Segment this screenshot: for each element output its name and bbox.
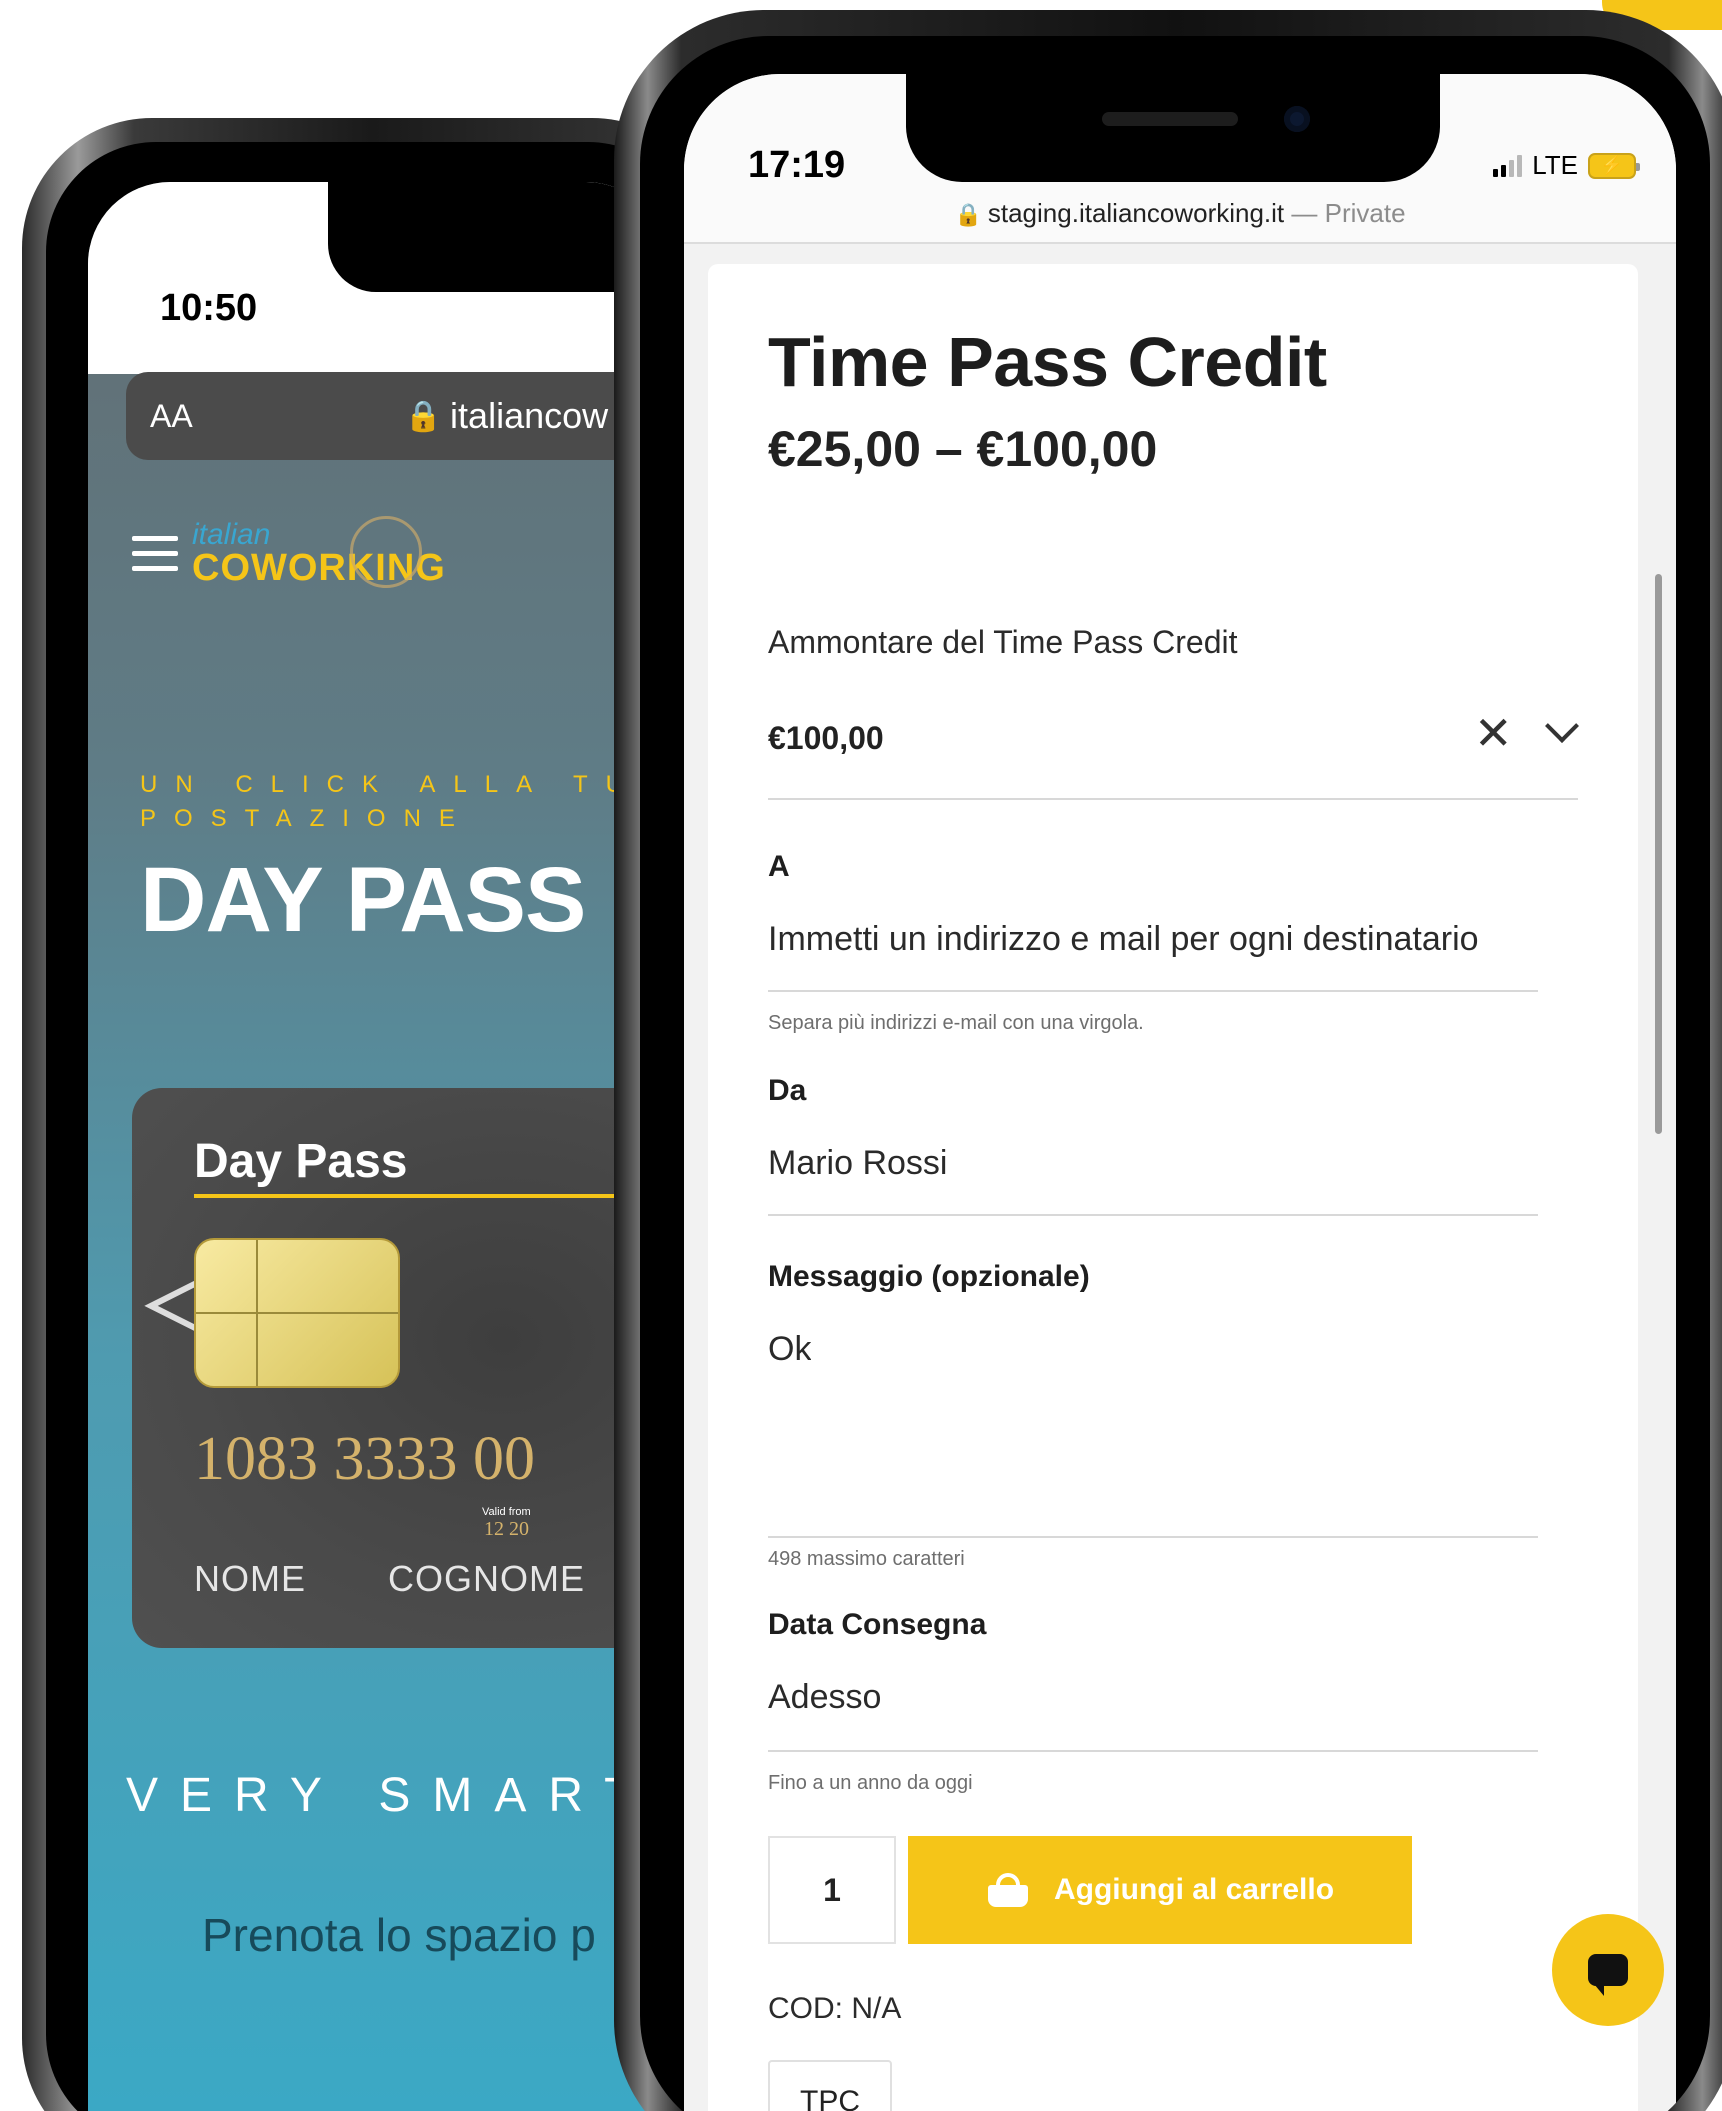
back-status-bar: 10:50 AA 🔒 italiancow (88, 182, 668, 460)
amount-select-value: €100,00 (768, 720, 884, 756)
quantity-input[interactable]: 1 (768, 1836, 896, 1944)
card-divider (194, 1194, 614, 1198)
add-to-cart-label: Aggiungi al carrello (1053, 1873, 1335, 1906)
hamburger-icon[interactable] (132, 536, 178, 572)
back-status-time: 10:50 (160, 287, 258, 329)
sku-label: COD: N/A (768, 1992, 902, 2025)
to-underline (768, 990, 1538, 992)
network-label: LTE (1532, 150, 1578, 180)
to-label: A (768, 850, 790, 883)
back-phone-bezel: 10:50 AA 🔒 italiancow italian COWORKING … (46, 142, 698, 2111)
site-logo[interactable]: italian COWORKING (192, 516, 446, 588)
front-phone-bezel: 17:19 LTE ⚡ 🔒 staging.italiancoworking.it… (640, 36, 1710, 2111)
message-textarea[interactable]: Ok (768, 1330, 811, 1369)
speaker-grille (1102, 112, 1238, 126)
amount-select[interactable]: €100,00 ✕ (768, 696, 1579, 776)
battery-icon: ⚡ (1588, 152, 1640, 179)
chevron-down-icon[interactable] (1545, 709, 1579, 743)
card-name: NOME (194, 1558, 306, 1599)
message-underline (768, 1536, 1538, 1538)
basket-icon (986, 1873, 1030, 1907)
hero-title: DAY PASS (140, 849, 586, 951)
price-range: €25,00 – €100,00 (768, 421, 1158, 477)
chat-button[interactable] (1552, 1914, 1664, 2026)
back-site: italian COWORKING UN CLICK ALLA TUA POST… (88, 478, 668, 2111)
product-card: Time Pass Credit €25,00 – €100,00 Ammont… (708, 264, 1638, 2111)
front-url-bar[interactable]: 🔒 staging.italiancoworking.it — Private (684, 198, 1676, 229)
amount-label: Ammontare del Time Pass Credit (768, 624, 1238, 660)
card-surname: COGNOME (388, 1558, 586, 1599)
front-notch (906, 74, 1440, 182)
card-chip-icon (194, 1238, 400, 1388)
status-indicators: LTE ⚡ (1493, 150, 1640, 181)
logo-mark-icon (350, 516, 422, 588)
from-input[interactable]: Mario Rossi (768, 1144, 947, 1183)
text-size-button[interactable]: AA (150, 398, 193, 435)
hero-tagline-line2: POSTAZIONE (140, 805, 473, 832)
lock-icon: 🔒 (954, 202, 982, 227)
card-title: Day Pass (194, 1135, 408, 1188)
front-url-separator: — (1284, 198, 1325, 228)
delivery-underline (768, 1750, 1538, 1752)
private-mode-label: Private (1324, 198, 1406, 228)
lock-icon: 🔒 (404, 399, 443, 433)
signal-icon (1493, 154, 1523, 177)
add-to-cart-button[interactable]: Aggiungi al carrello (908, 1836, 1412, 1944)
hero-tagline-line1: UN CLICK ALLA TUA (140, 771, 668, 798)
delivery-help: Fino a un anno da oggi (768, 1772, 973, 1794)
back-url-bar[interactable]: AA 🔒 italiancow (126, 372, 668, 460)
front-status-time: 17:19 (748, 144, 846, 186)
product-tag[interactable]: TPC (768, 2060, 892, 2111)
message-label: Messaggio (opzionale) (768, 1260, 1090, 1293)
back-phone-screen: 10:50 AA 🔒 italiancow italian COWORKING … (88, 182, 668, 2111)
camera-icon (1284, 106, 1310, 132)
front-url-host: staging.italiancoworking.it (987, 198, 1285, 228)
product-title: Time Pass Credit (768, 323, 1327, 401)
back-url-host: italiancow (450, 395, 609, 436)
day-pass-card[interactable]: Day Pass ◁ 1083 3333 00 Valid from 12 20… (132, 1088, 668, 1648)
amount-underline (768, 798, 1578, 800)
chat-icon (1588, 1954, 1628, 1996)
front-phone-screen: 17:19 LTE ⚡ 🔒 staging.italiancoworking.it… (684, 74, 1676, 2111)
front-phone: 17:19 LTE ⚡ 🔒 staging.italiancoworking.it… (614, 10, 1722, 2111)
message-help: 498 massimo caratteri (768, 1548, 965, 1570)
delivery-input[interactable]: Adesso (768, 1678, 881, 1717)
card-valid-label: Valid from (482, 1506, 531, 1518)
card-number: 1083 3333 00 (194, 1425, 535, 1493)
to-email-input[interactable]: Immetti un indirizzo e mail per ogni des… (768, 920, 1538, 959)
section-title: VERY SMART (126, 1769, 656, 1822)
to-help: Separa più indirizzi e-mail con una virg… (768, 1012, 1144, 1034)
page-scrollbar[interactable] (1655, 574, 1662, 1134)
from-underline (768, 1214, 1538, 1216)
hero-tagline: UN CLICK ALLA TUA POSTAZIONE (140, 768, 668, 836)
close-icon[interactable]: ✕ (1474, 710, 1513, 756)
card-valid-date: 12 20 (484, 1518, 529, 1540)
cta-text: Prenota lo spazio p (202, 1909, 596, 1961)
front-status-bar: 17:19 LTE ⚡ 🔒 staging.italiancoworking.it… (684, 74, 1676, 244)
delivery-label: Data Consegna (768, 1608, 987, 1641)
from-label: Da (768, 1074, 807, 1107)
